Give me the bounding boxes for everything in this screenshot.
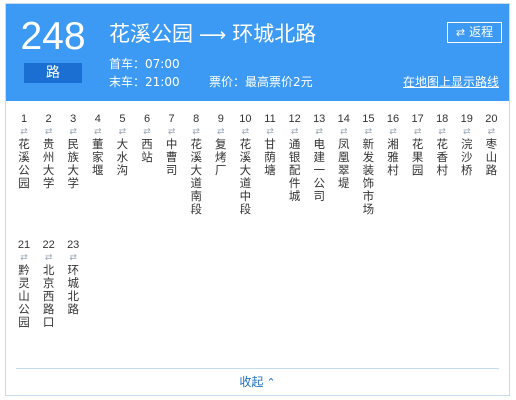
stop-number: 8: [193, 113, 200, 125]
stop-name: 民族大学: [67, 137, 79, 190]
stop-name: 湘雅村: [387, 137, 399, 177]
stop-list: 1 ⇄ 花溪公园 2 ⇄ 贵州大学 3 ⇄ 民族大学 4 ⇄ 董家堰 5 ⇄ 大水沟 6 ⇄ 西站 7 ⇄ 中曹司 8 ⇄ 花…: [6, 112, 509, 367]
stop-name: 环城北路: [67, 263, 79, 316]
stop-number: 7: [168, 113, 175, 125]
stop-name: 贵州大学: [42, 137, 55, 190]
stop-number: 3: [70, 113, 77, 125]
stop-name: 花溪公园: [18, 137, 30, 190]
stop-name: 浣沙桥: [461, 137, 473, 177]
stop-number: 1: [20, 113, 28, 125]
stop-name: 枣山路: [485, 137, 498, 177]
stop-item[interactable]: 22 ⇄ 北京西路口: [37, 238, 61, 329]
stop-number: 17: [411, 113, 424, 125]
show-route-on-map-link[interactable]: 在地图上显示路线: [403, 74, 499, 90]
stop-item[interactable]: 18 ⇄ 花香村: [430, 112, 454, 177]
stop-name: 电建一公司: [313, 137, 325, 203]
stop-number: 11: [264, 113, 276, 125]
stop-item[interactable]: 8 ⇄ 花溪大道南段: [184, 112, 208, 216]
stop-name: 凤凰翠堤: [338, 137, 350, 190]
stop-number: 9: [217, 113, 224, 125]
fare-info: 票价：最高票价2元: [209, 75, 313, 89]
stop-name: 董家堰: [92, 137, 104, 177]
route-unit-badge: 路: [24, 63, 82, 83]
stop-number: 5: [119, 113, 126, 125]
collapse-bar: 收起 ⌃: [16, 368, 499, 394]
route-number: 248: [20, 15, 86, 58]
stop-name: 通银配件城: [288, 137, 301, 203]
stop-item[interactable]: 20 ⇄ 枣山路: [479, 112, 503, 177]
stop-name: 花溪大道南段: [190, 137, 202, 216]
swap-icon: ⇄: [455, 26, 466, 39]
stop-number: 13: [313, 113, 326, 125]
stop-item[interactable]: 14 ⇄ 凤凰翠堤: [332, 112, 356, 190]
collapse-label: 收起: [239, 375, 264, 389]
reverse-label: 返程: [469, 25, 494, 39]
stop-item[interactable]: 10 ⇄ 花溪大道中段: [233, 112, 257, 216]
stop-item[interactable]: 23 ⇄ 环城北路: [61, 238, 85, 316]
stop-item[interactable]: 21 ⇄ 黔灵山公园: [12, 238, 36, 329]
stop-number: 12: [288, 113, 301, 125]
chevron-up-icon: ⌃: [266, 376, 276, 389]
stop-number: 21: [17, 239, 31, 251]
stop-item[interactable]: 11 ⇄ 甘荫塘: [258, 112, 282, 177]
stop-item[interactable]: 4 ⇄ 董家堰: [86, 112, 110, 177]
stop-item[interactable]: 17 ⇄ 花果园: [406, 112, 430, 177]
stop-number: 4: [94, 113, 101, 125]
route-header: 248 路 花溪公园 ⟶ 环城北路 ⇄ 返程 首车：07:00 末车：21:00 票价…: [6, 4, 509, 101]
stop-item[interactable]: 6 ⇄ 西站: [135, 112, 159, 164]
stop-number: 20: [485, 113, 498, 125]
route-title: 花溪公园 ⟶ 环城北路: [109, 19, 316, 50]
stop-item[interactable]: 3 ⇄ 民族大学: [61, 112, 85, 190]
collapse-button[interactable]: 收起 ⌃: [16, 374, 499, 391]
stop-item[interactable]: 5 ⇄ 大水沟: [110, 112, 134, 177]
stop-item[interactable]: 12 ⇄ 通银配件城: [283, 112, 307, 203]
reverse-direction-button[interactable]: ⇄ 返程: [447, 22, 502, 43]
stop-number: 18: [436, 113, 449, 125]
stop-item[interactable]: 16 ⇄ 湘雅村: [381, 112, 405, 177]
stop-item[interactable]: 1 ⇄ 花溪公园: [12, 112, 36, 190]
stop-number: 23: [67, 239, 80, 251]
bus-route-card: 248 路 花溪公园 ⟶ 环城北路 ⇄ 返程 首车：07:00 末车：21:00 票价…: [5, 3, 510, 396]
stop-name: 花果园: [411, 137, 424, 177]
stop-name: 大水沟: [116, 137, 129, 177]
stop-name: 甘荫塘: [264, 137, 276, 177]
first-bus-time: 首车：07:00: [109, 57, 180, 71]
stop-name: 中曹司: [165, 137, 178, 177]
stop-item[interactable]: 19 ⇄ 浣沙桥: [455, 112, 479, 177]
stop-item[interactable]: 7 ⇄ 中曹司: [160, 112, 184, 177]
stop-name: 黔灵山公园: [18, 263, 30, 329]
route-origin: 花溪公园: [109, 22, 193, 46]
stop-item[interactable]: 2 ⇄ 贵州大学: [37, 112, 61, 190]
stop-number: 19: [460, 113, 473, 125]
arrow-right-icon: ⟶: [199, 24, 227, 46]
route-destination: 环城北路: [232, 22, 317, 46]
stop-number: 6: [143, 113, 151, 125]
stop-name: 花溪大道中段: [239, 137, 252, 216]
stop-name: 新发装饰市场: [362, 137, 375, 216]
stop-number: 15: [362, 113, 375, 125]
stop-name: 花香村: [436, 137, 448, 177]
stop-item[interactable]: 15 ⇄ 新发装饰市场: [356, 112, 380, 216]
stop-item[interactable]: 9 ⇄ 复烤厂: [209, 112, 233, 177]
stop-item[interactable]: 13 ⇄ 电建一公司: [307, 112, 331, 203]
stop-name: 西站: [141, 137, 153, 164]
stop-number: 2: [45, 113, 52, 125]
stop-name: 复烤厂: [215, 137, 227, 177]
stop-number: 10: [239, 113, 252, 125]
stop-number: 14: [337, 113, 350, 125]
stop-name: 北京西路口: [42, 263, 55, 329]
last-bus-time: 末车：21:00: [109, 75, 180, 89]
stop-number: 22: [42, 239, 55, 251]
stop-number: 16: [386, 113, 400, 125]
